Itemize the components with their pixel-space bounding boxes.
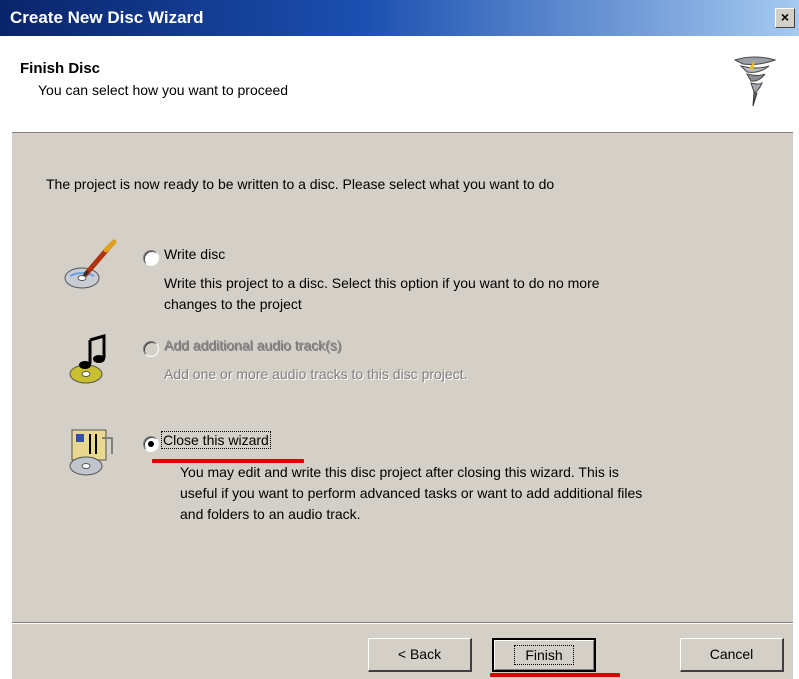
finish-button[interactable]: Finish	[492, 638, 596, 672]
page-subtitle: You can select how you want to proceed	[38, 82, 289, 98]
finish-button-label: Finish	[514, 645, 574, 665]
footer-separator-highlight	[12, 623, 793, 624]
title-bar[interactable]: Create New Disc Wizard ×	[0, 0, 799, 36]
radio-write-disc[interactable]	[143, 250, 159, 266]
option-close-wizard-description: You may edit and write this disc project…	[180, 462, 642, 525]
option-close-wizard-label[interactable]: Close this wizard	[161, 431, 271, 449]
description-line: Add one or more audio tracks to this dis…	[164, 366, 468, 382]
radio-close-wizard[interactable]	[143, 436, 159, 452]
description-line: Write this project to a disc. Select thi…	[164, 275, 600, 291]
radio-selected-dot	[148, 441, 154, 447]
option-add-audio-tracks-text: Add additional audio track(s)	[164, 337, 342, 353]
close-wizard-icon	[69, 429, 113, 476]
wizard-window: Create New Disc Wizard × Finish Disc You…	[0, 0, 799, 679]
close-icon: ×	[780, 9, 790, 25]
radio-add-audio-tracks[interactable]	[143, 341, 159, 357]
description-line: and folders to an audio track.	[180, 506, 361, 522]
close-button[interactable]: ×	[775, 8, 795, 28]
description-line: You may edit and write this disc project…	[180, 464, 619, 480]
window-title: Create New Disc Wizard	[10, 8, 204, 27]
audio-track-icon	[69, 334, 106, 384]
option-write-disc-label[interactable]: Write disc	[164, 246, 225, 262]
write-disc-icon	[64, 239, 117, 289]
wizard-header: Finish Disc You can select how you want …	[12, 36, 793, 133]
back-button[interactable]: < Back	[368, 638, 472, 672]
option-add-audio-tracks-label[interactable]: Add additional audio track(s)	[164, 337, 341, 353]
page-title: Finish Disc	[20, 60, 101, 77]
option-write-disc-description: Write this project to a disc. Select thi…	[164, 273, 600, 315]
description-line: changes to the project	[164, 296, 302, 312]
description-line: useful if you want to perform advanced t…	[180, 485, 643, 501]
cancel-button[interactable]: Cancel	[680, 638, 784, 672]
option-add-audio-tracks-description: Add one or more audio tracks to this dis…	[164, 364, 467, 385]
tornado-wizard-icon	[733, 56, 777, 107]
option-close-wizard-text: Close this wizard	[161, 431, 271, 449]
intro-text: The project is now ready to be written t…	[46, 176, 555, 192]
highlight-underline-finish	[490, 673, 620, 677]
